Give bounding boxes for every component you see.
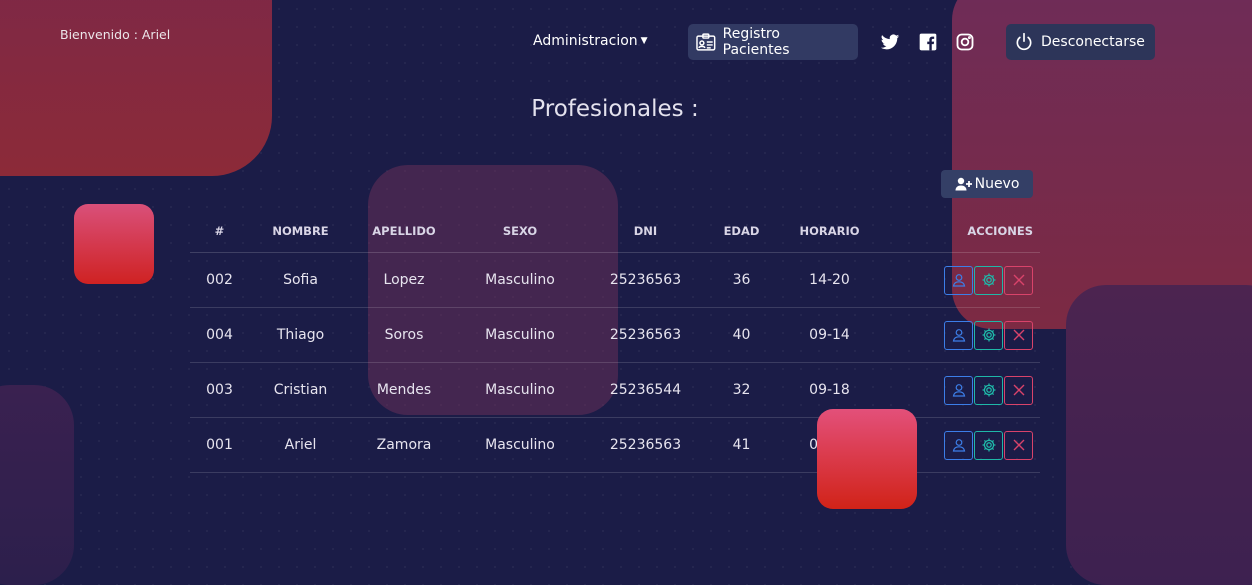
decor-blob-bottom-left — [0, 385, 74, 585]
page-title: Profesionales : — [531, 96, 699, 122]
close-icon — [1012, 328, 1026, 342]
delete-button[interactable] — [1004, 320, 1033, 350]
cell-nombre: Sofia — [283, 272, 318, 288]
delete-button[interactable] — [1004, 265, 1033, 295]
decor-square-red — [817, 409, 917, 509]
cell-id: 002 — [206, 272, 233, 288]
cell-apellido: Zamora — [376, 437, 432, 453]
registro-pacientes-button[interactable]: Registro Pacientes — [688, 24, 858, 60]
user-icon — [952, 383, 966, 397]
new-button-label: Nuevo — [974, 176, 1020, 192]
cell-edad: 36 — [732, 272, 751, 288]
cell-sexo: Masculino — [485, 382, 555, 398]
cell-dni: 25236563 — [609, 437, 682, 453]
cell-dni: 25236544 — [609, 382, 682, 398]
new-professional-button[interactable]: Nuevo — [941, 170, 1033, 198]
top-nav: Administracion ▼ Registro Pacientes Desco… — [0, 24, 1252, 60]
delete-button[interactable] — [1004, 375, 1033, 405]
gear-icon — [981, 272, 997, 288]
table-header: # NOMBRE APELLIDO SEXO DNI EDAD HORARIO … — [190, 210, 1040, 253]
cell-id: 001 — [206, 437, 233, 453]
id-card-icon — [696, 33, 716, 51]
close-icon — [1012, 273, 1026, 287]
admin-dropdown[interactable]: Administracion ▼ — [533, 33, 648, 49]
row-actions — [883, 375, 1040, 405]
admin-dropdown-label: Administracion — [533, 33, 638, 49]
user-icon — [952, 273, 966, 287]
cell-horario: 09-18 — [809, 382, 850, 398]
add-user-icon — [955, 177, 972, 191]
col-header-nombre: NOMBRE — [272, 224, 329, 238]
cell-nombre: Ariel — [284, 437, 317, 453]
facebook-icon[interactable] — [918, 32, 938, 52]
view-button[interactable] — [944, 430, 973, 460]
cell-dni: 25236563 — [609, 327, 682, 343]
caret-down-icon: ▼ — [640, 36, 648, 46]
col-header-sexo: SEXO — [502, 224, 538, 238]
edit-button[interactable] — [974, 265, 1003, 295]
delete-button[interactable] — [1004, 430, 1033, 460]
row-actions — [883, 265, 1040, 295]
instagram-icon[interactable] — [955, 32, 975, 52]
table-row: 004 Thiago Soros Masculino 25236563 40 09-14 — [190, 308, 1040, 363]
col-header-apellido: APELLIDO — [372, 224, 436, 238]
gear-icon — [981, 382, 997, 398]
col-header-dni: DNI — [633, 224, 658, 238]
cell-apellido: Lopez — [383, 272, 425, 288]
edit-button[interactable] — [974, 375, 1003, 405]
col-header-id: # — [214, 224, 225, 238]
cell-apellido: Mendes — [376, 382, 432, 398]
gear-icon — [981, 327, 997, 343]
table-row: 003 Cristian Mendes Masculino 25236544 32 09-1… — [190, 363, 1040, 418]
view-button[interactable] — [944, 265, 973, 295]
user-icon — [952, 328, 966, 342]
cell-edad: 41 — [732, 437, 751, 453]
cell-horario: 09-14 — [809, 327, 850, 343]
cell-sexo: Masculino — [485, 272, 555, 288]
decor-square-pink — [74, 204, 154, 284]
cell-nombre: Thiago — [276, 327, 325, 343]
edit-button[interactable] — [974, 430, 1003, 460]
view-button[interactable] — [944, 375, 973, 405]
power-icon — [1016, 32, 1032, 51]
col-header-acciones: ACCIONES — [967, 224, 1033, 238]
cell-edad: 40 — [732, 327, 751, 343]
gear-icon — [981, 437, 997, 453]
twitter-icon[interactable] — [880, 32, 900, 52]
col-header-horario: HORARIO — [799, 224, 860, 238]
decor-blob-bottom-right — [1066, 285, 1252, 585]
cell-sexo: Masculino — [485, 327, 555, 343]
view-button[interactable] — [944, 320, 973, 350]
user-icon — [952, 438, 966, 452]
close-icon — [1012, 383, 1026, 397]
cell-id: 003 — [206, 382, 233, 398]
edit-button[interactable] — [974, 320, 1003, 350]
table-row: 002 Sofia Lopez Masculino 25236563 36 14-20 — [190, 253, 1040, 308]
cell-nombre: Cristian — [273, 382, 328, 398]
cell-apellido: Soros — [384, 327, 424, 343]
cell-id: 004 — [206, 327, 233, 343]
close-icon — [1012, 438, 1026, 452]
cell-horario: 14-20 — [809, 272, 850, 288]
logout-button[interactable]: Desconectarse — [1006, 24, 1155, 60]
cell-dni: 25236563 — [609, 272, 682, 288]
cell-edad: 32 — [732, 382, 751, 398]
row-actions — [883, 320, 1040, 350]
cell-sexo: Masculino — [485, 437, 555, 453]
registro-pacientes-label: Registro Pacientes — [722, 26, 790, 58]
logout-label: Desconectarse — [1041, 34, 1145, 50]
col-header-edad: EDAD — [723, 224, 760, 238]
